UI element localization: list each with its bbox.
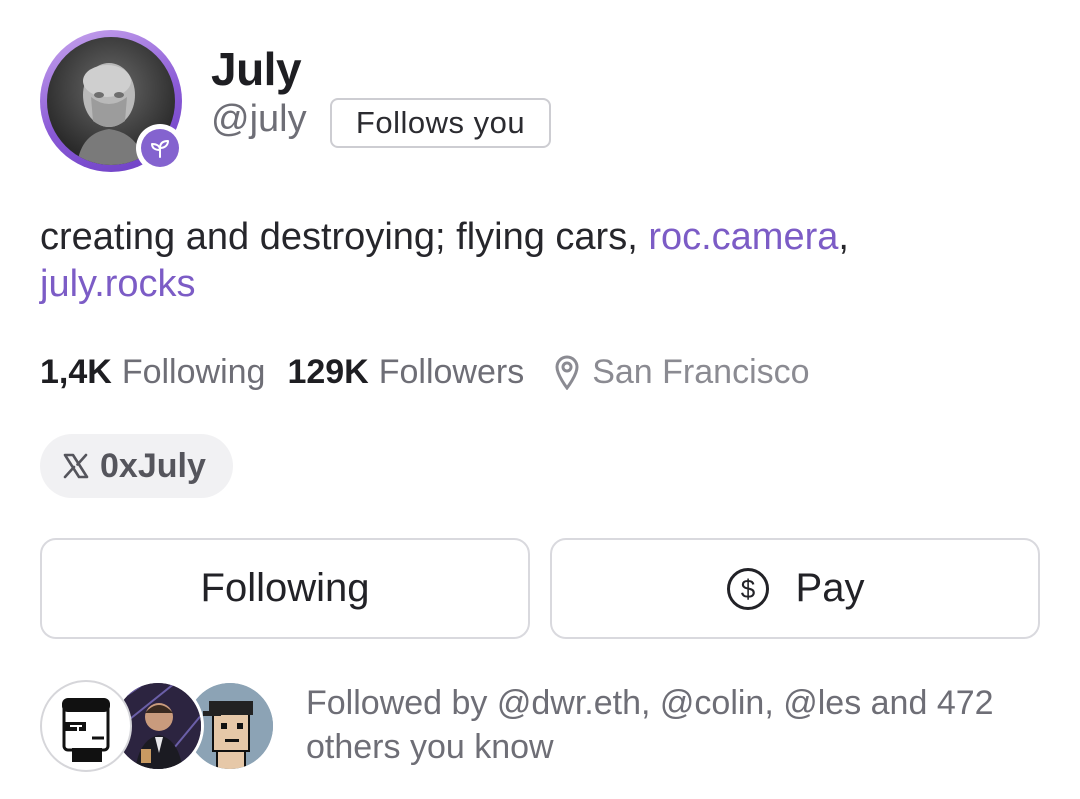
x-logo-icon: [62, 452, 90, 480]
mutual-follower-avatars[interactable]: [40, 680, 280, 772]
bio-link-roc-camera[interactable]: roc.camera: [648, 216, 838, 258]
location-text: San Francisco: [592, 352, 810, 391]
pay-button-label: Pay: [795, 566, 865, 610]
svg-text:$: $: [740, 574, 755, 604]
following-count: 1,4K: [40, 352, 112, 391]
plant-sprout-icon: [141, 129, 179, 167]
x-account-chip[interactable]: 0xJuly: [40, 434, 233, 498]
pay-button[interactable]: $ Pay: [550, 538, 1040, 639]
followed-by-line2: others you know: [306, 728, 554, 766]
following-label: Following: [121, 352, 266, 391]
follows-you-badge: Follows you: [330, 98, 551, 148]
username: @july: [211, 98, 307, 140]
following-button[interactable]: Following: [40, 538, 530, 639]
following-stat[interactable]: 1,4K Following: [40, 353, 265, 392]
followers-stat[interactable]: 129K Followers: [287, 353, 524, 392]
dollar-circle-icon: $: [726, 567, 770, 611]
profile-bio: creating and destroying; flying cars, ro…: [40, 214, 1040, 308]
profile-stats: 1,4K Following 129K Followers San Francisc…: [40, 350, 810, 394]
plant-sprout-badge: [136, 124, 184, 172]
following-button-label: Following: [200, 566, 370, 610]
mutual-avatar-dwr[interactable]: [40, 680, 132, 772]
followers-count: 129K: [287, 352, 369, 391]
followed-by-line1: Followed by @dwr.eth, @colin, @les and 4…: [306, 684, 994, 722]
bio-separator: ,: [838, 216, 849, 258]
display-name: July: [211, 43, 302, 95]
x-handle: 0xJuly: [100, 446, 206, 485]
bio-text: creating and destroying; flying cars,: [40, 216, 649, 258]
location-pin-icon: [554, 354, 580, 390]
followers-label: Followers: [378, 352, 525, 391]
followed-by-text[interactable]: Followed by @dwr.eth, @colin, @les and 4…: [306, 681, 1046, 769]
bio-link-july-rocks[interactable]: july.rocks: [40, 263, 196, 305]
profile-avatar[interactable]: [40, 30, 184, 172]
